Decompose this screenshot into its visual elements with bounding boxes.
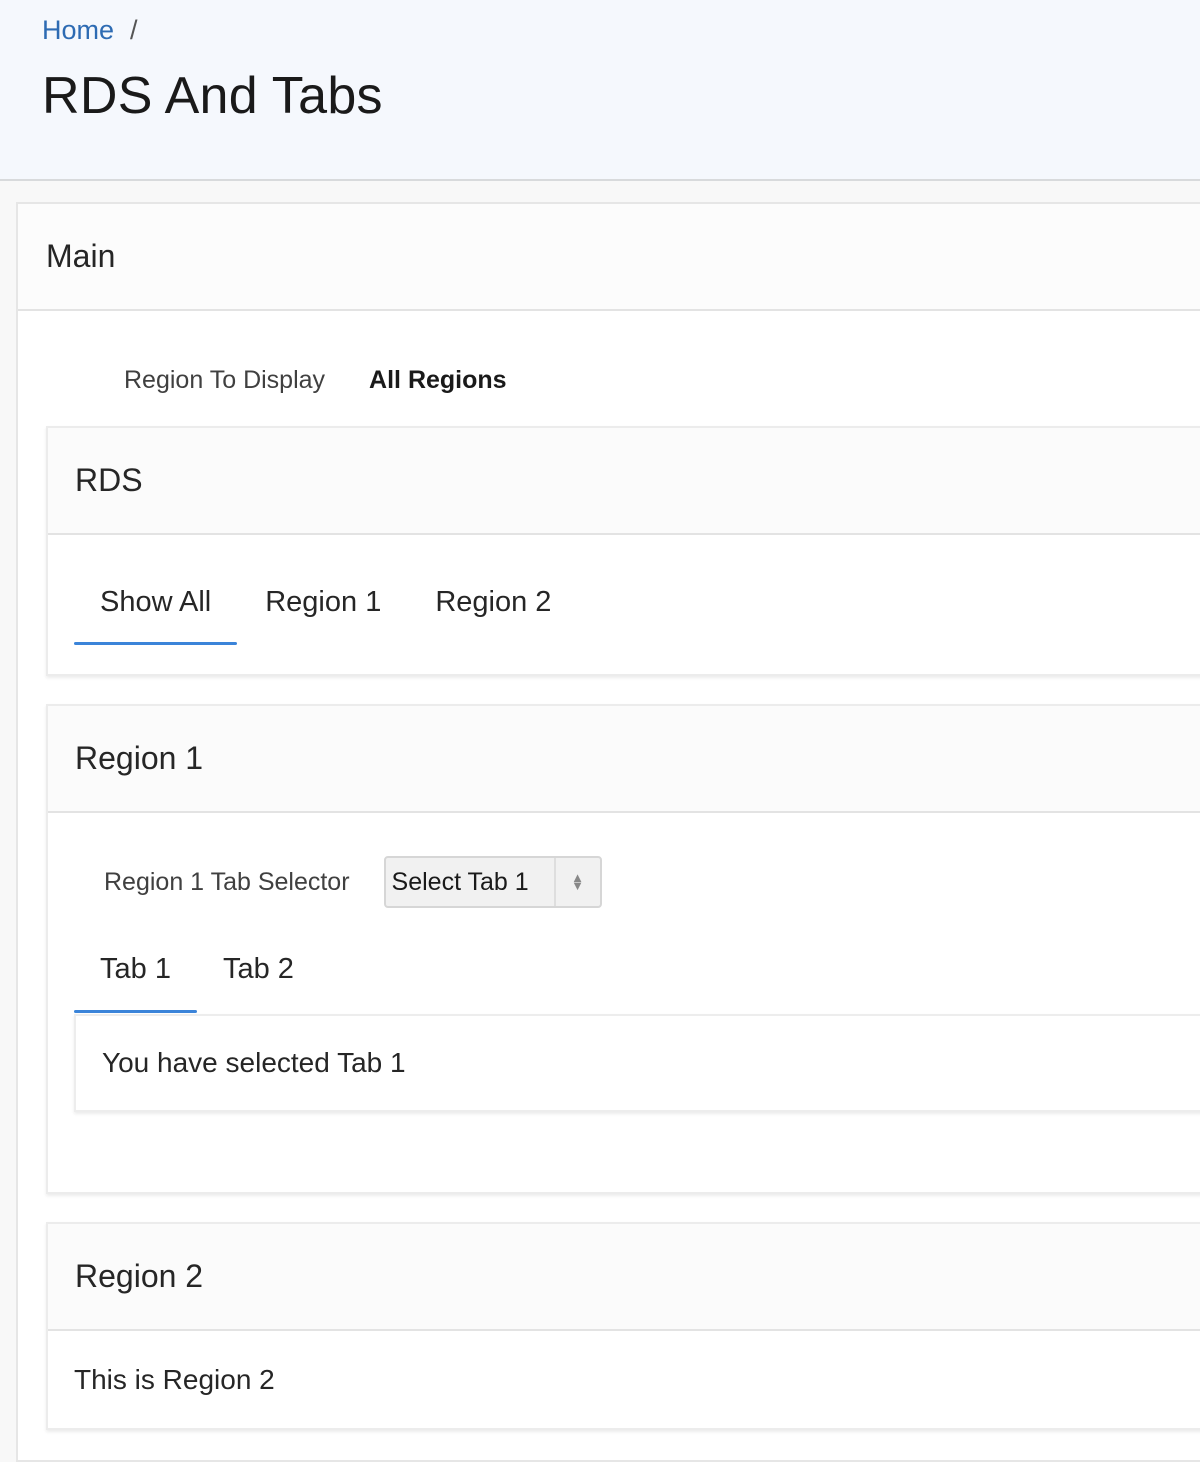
region-to-display-value: All Regions	[369, 366, 507, 394]
rds-region-title: RDS	[75, 462, 143, 498]
region-2-title: Region 2	[75, 1258, 204, 1294]
region-1-title: Region 1	[75, 740, 204, 776]
region-2-body: This is Region 2	[74, 1363, 275, 1395]
breadcrumb: Home /	[42, 15, 138, 46]
region-1-tab-1[interactable]: Tab 1	[74, 953, 197, 1013]
page-title: RDS And Tabs	[42, 67, 383, 125]
main-region-title: Main	[46, 238, 116, 274]
region-1-tab-bar: Tab 1 Tab 2	[74, 953, 320, 1013]
region-1-tab-selector[interactable]: Select Tab 1 ▲ ▼	[383, 856, 602, 908]
region-1-tab-selector-field: Region 1 Tab Selector Select Tab 1 ▲ ▼	[104, 856, 602, 908]
rds-region: RDS Show All Region 1 Region 2	[46, 426, 1200, 676]
main-region: Main Region To Display All Regions RDS S…	[16, 202, 1200, 1462]
rds-tab-region-1[interactable]: Region 1	[237, 586, 409, 619]
rds-tab-show-all[interactable]: Show All	[74, 586, 238, 645]
region-to-display-field: Region To Display All Regions	[124, 366, 507, 395]
region-1-header: Region 1	[48, 706, 1200, 813]
up-down-caret-icon: ▲ ▼	[553, 858, 600, 906]
region-1-tab-panel: You have selected Tab 1	[74, 1014, 1200, 1112]
rds-tab-bar: Show All Region 1 Region 2	[74, 586, 577, 645]
region-2: Region 2 This is Region 2	[46, 1222, 1200, 1430]
region-1: Region 1 Region 1 Tab Selector Select Ta…	[46, 704, 1200, 1194]
region-1-tab-panel-text: You have selected Tab 1	[102, 1047, 406, 1078]
rds-tab-region-2[interactable]: Region 2	[409, 586, 577, 619]
page-header: Home / RDS And Tabs	[0, 0, 1200, 181]
main-region-header: Main	[18, 204, 1200, 311]
region-2-header: Region 2	[48, 1224, 1200, 1331]
region-to-display-label: Region To Display	[124, 366, 326, 394]
rds-region-header: RDS	[48, 428, 1200, 535]
region-1-tab-2[interactable]: Tab 2	[197, 953, 320, 986]
region-1-tab-selector-label: Region 1 Tab Selector	[104, 867, 350, 896]
breadcrumb-separator: /	[130, 15, 138, 45]
region-1-tab-selector-value: Select Tab 1	[391, 867, 529, 896]
breadcrumb-home-link[interactable]: Home	[42, 15, 114, 45]
